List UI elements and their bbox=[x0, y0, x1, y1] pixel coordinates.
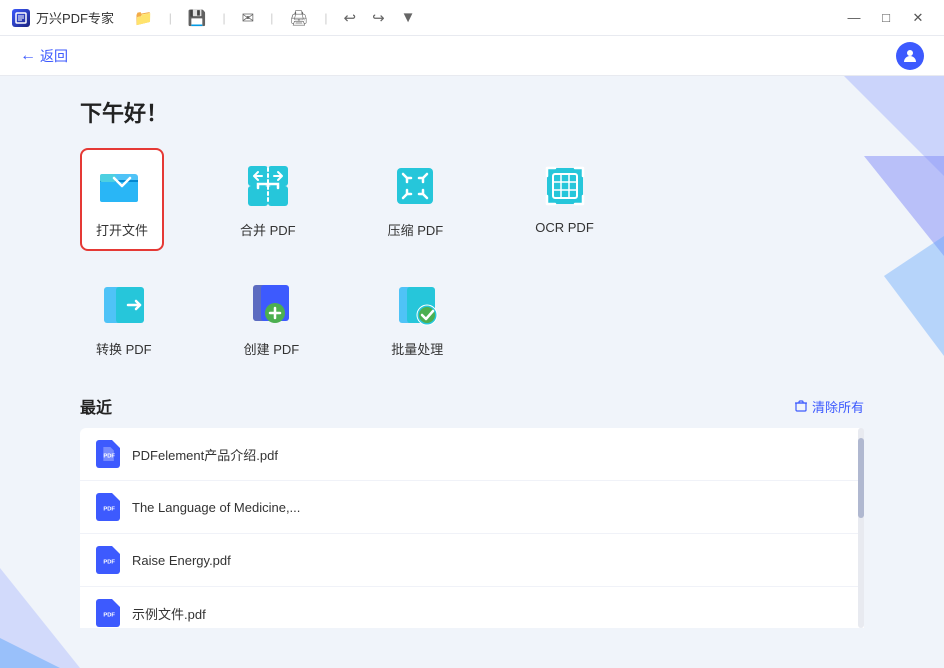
create-pdf-action[interactable]: 创建 PDF bbox=[228, 267, 316, 370]
open-file-icon bbox=[96, 160, 148, 212]
scrollbar[interactable] bbox=[858, 428, 864, 628]
convert-pdf-icon bbox=[98, 279, 150, 331]
svg-text:PDF: PDF bbox=[103, 454, 115, 460]
mail-icon[interactable]: ✉ bbox=[238, 7, 259, 29]
action-grid: 打开文件 合并 PDF bbox=[80, 148, 864, 370]
batch-label: 批量处理 bbox=[391, 339, 443, 358]
action-row-2: 转换 PDF 创建 PDF bbox=[80, 267, 864, 370]
recent-list: PDF PDFelement产品介绍.pdf PDF The Language … bbox=[80, 428, 864, 628]
file-name-2: The Language of Medicine,... bbox=[132, 500, 300, 515]
create-pdf-label: 创建 PDF bbox=[244, 339, 300, 358]
file-name-3: Raise Energy.pdf bbox=[132, 553, 231, 568]
ocr-pdf-label: OCR PDF bbox=[535, 220, 594, 235]
greeting-text: 下午好！ bbox=[80, 96, 864, 128]
compress-pdf-icon bbox=[389, 160, 441, 212]
svg-text:PDF: PDF bbox=[103, 560, 115, 566]
file-name-1: PDFelement产品介绍.pdf bbox=[132, 445, 278, 464]
recent-file-item-2[interactable]: PDF The Language of Medicine,... bbox=[80, 481, 864, 534]
ocr-pdf-action[interactable]: OCR PDF bbox=[519, 148, 610, 251]
minimize-button[interactable]: — bbox=[840, 4, 868, 32]
sep4: | bbox=[320, 9, 331, 27]
recent-title: 最近 bbox=[80, 394, 112, 418]
app-logo: 万兴PDF专家 bbox=[12, 8, 114, 27]
app-name-label: 万兴PDF专家 bbox=[36, 8, 114, 27]
recent-list-container: PDF PDFelement产品介绍.pdf PDF The Language … bbox=[80, 428, 864, 628]
recent-file-item-3[interactable]: PDF Raise Energy.pdf bbox=[80, 534, 864, 587]
maximize-button[interactable]: □ bbox=[872, 4, 900, 32]
clear-all-button[interactable]: 清除所有 bbox=[794, 397, 864, 416]
save-icon[interactable]: 💾 bbox=[184, 7, 211, 29]
back-button[interactable]: ← 返回 bbox=[20, 46, 68, 66]
back-label: 返回 bbox=[40, 46, 68, 66]
open-file-label: 打开文件 bbox=[96, 220, 148, 239]
logo-icon bbox=[12, 9, 30, 27]
window-controls: — □ ✕ bbox=[840, 4, 932, 32]
file-name-4: 示例文件.pdf bbox=[132, 604, 206, 623]
clear-all-label: 清除所有 bbox=[812, 397, 864, 416]
close-button[interactable]: ✕ bbox=[904, 4, 932, 32]
sep2: | bbox=[219, 9, 230, 27]
file-icon-3: PDF bbox=[96, 546, 120, 574]
recent-file-item-4[interactable]: PDF 示例文件.pdf bbox=[80, 587, 864, 628]
merge-pdf-label: 合并 PDF bbox=[240, 220, 296, 239]
action-row-1: 打开文件 合并 PDF bbox=[80, 148, 864, 251]
compress-pdf-label: 压缩 PDF bbox=[388, 220, 444, 239]
file-icon-4: PDF bbox=[96, 599, 120, 627]
scrollbar-thumb[interactable] bbox=[858, 438, 864, 518]
batch-action[interactable]: 批量处理 bbox=[375, 267, 459, 370]
compress-pdf-action[interactable]: 压缩 PDF bbox=[372, 148, 460, 251]
pdf-doc-icon-1: PDF bbox=[101, 447, 115, 461]
merge-pdf-action[interactable]: 合并 PDF bbox=[224, 148, 312, 251]
ocr-pdf-icon bbox=[539, 160, 591, 212]
user-avatar[interactable] bbox=[896, 42, 924, 70]
recent-file-item-1[interactable]: PDF PDFelement产品介绍.pdf bbox=[80, 428, 864, 481]
dropdown-icon[interactable]: ▼ bbox=[397, 7, 420, 28]
merge-pdf-icon bbox=[242, 160, 294, 212]
svg-text:PDF: PDF bbox=[103, 507, 115, 513]
convert-pdf-label: 转换 PDF bbox=[96, 339, 152, 358]
pdf-doc-icon-2: PDF bbox=[101, 500, 115, 514]
open-file-action[interactable]: 打开文件 bbox=[80, 148, 164, 251]
pdf-doc-icon-3: PDF bbox=[101, 553, 115, 567]
back-arrow-icon: ← bbox=[20, 47, 36, 65]
print-icon[interactable]: 🖨 bbox=[285, 7, 312, 29]
sep3: | bbox=[266, 9, 277, 27]
sep1: | bbox=[165, 9, 176, 27]
navbar: ← 返回 bbox=[0, 36, 944, 76]
main-content: 下午好！ 打开文件 bbox=[0, 76, 944, 668]
svg-text:PDF: PDF bbox=[103, 613, 115, 619]
file-icon-1: PDF bbox=[96, 440, 120, 468]
recent-header: 最近 清除所有 bbox=[80, 394, 864, 418]
trash-icon bbox=[794, 399, 808, 413]
pdf-doc-icon-4: PDF bbox=[101, 606, 115, 620]
file-icon-2: PDF bbox=[96, 493, 120, 521]
titlebar: 万兴PDF专家 📁 | 💾 | ✉ | 🖨 | ↩ ↪ ▼ — □ ✕ bbox=[0, 0, 944, 36]
create-pdf-icon bbox=[245, 279, 297, 331]
batch-icon bbox=[391, 279, 443, 331]
open-folder-icon[interactable]: 📁 bbox=[130, 7, 157, 29]
convert-pdf-action[interactable]: 转换 PDF bbox=[80, 267, 168, 370]
undo-icon[interactable]: ↩ bbox=[340, 7, 361, 29]
toolbar: 📁 | 💾 | ✉ | 🖨 | ↩ ↪ ▼ bbox=[130, 7, 420, 29]
redo-icon[interactable]: ↪ bbox=[368, 7, 389, 29]
